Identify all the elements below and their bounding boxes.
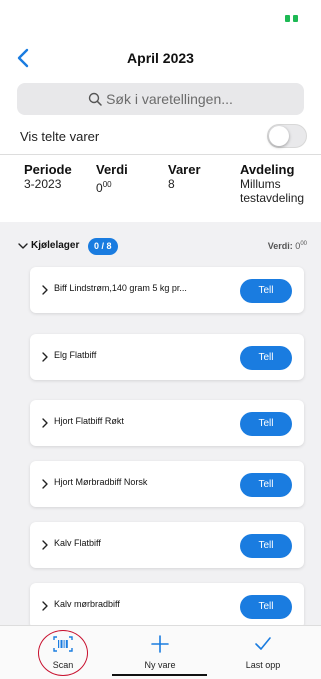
home-indicator: [112, 674, 207, 676]
avdeling-label: Avdeling: [240, 162, 295, 177]
count-button[interactable]: Tell: [240, 346, 292, 370]
checkmark-icon: [255, 637, 271, 650]
list-item[interactable]: Elg Flatbiff Tell: [30, 334, 304, 380]
item-name: Kalv Flatbiff: [54, 538, 101, 548]
page-title: April 2023: [127, 50, 194, 66]
count-button[interactable]: Tell: [240, 595, 292, 619]
summary-panel: Periode 3-2023 Verdi 000 Varer 8 Avdelin…: [0, 162, 321, 216]
group-value: Verdi: 000: [267, 241, 307, 251]
item-name: Elg Flatbiff: [54, 350, 97, 360]
item-name: Biff Lindstrøm,140 gram 5 kg pr...: [54, 283, 187, 293]
summary-varer: Varer 8: [168, 162, 201, 191]
list-item[interactable]: Hjort Mørbradbiff Norsk Tell: [30, 461, 304, 507]
count-button[interactable]: Tell: [240, 473, 292, 497]
varer-label: Varer: [168, 162, 201, 177]
chevron-right-icon: [42, 352, 48, 362]
verdi-label: Verdi: [96, 162, 128, 177]
count-button[interactable]: Tell: [240, 279, 292, 303]
tab-new-label: Ny vare: [144, 660, 176, 670]
summary-avdeling: Avdeling Millums testavdeling: [240, 162, 304, 205]
varer-value: 8: [168, 177, 175, 191]
periode-value: 3-2023: [24, 177, 62, 191]
list-item[interactable]: Kalv Flatbiff Tell: [30, 522, 304, 568]
item-name: Hjort Mørbradbiff Norsk: [54, 477, 148, 487]
filter-row: Vis telte varer: [0, 124, 321, 150]
avdeling-line2: testavdeling: [240, 191, 305, 205]
count-badge: 0 / 8: [88, 238, 118, 255]
list-item[interactable]: Kalv mørbradbiff Tell: [30, 583, 304, 629]
count-button[interactable]: Tell: [240, 534, 292, 558]
summary-verdi: Verdi 000: [96, 162, 128, 195]
plus-icon: [151, 635, 169, 653]
item-name: Kalv mørbradbiff: [54, 599, 120, 609]
chevron-down-icon: [18, 243, 28, 249]
show-counted-toggle[interactable]: [267, 124, 307, 148]
group-header[interactable]: Kjølelager 0 / 8 Verdi: 000: [0, 236, 321, 258]
chevron-right-icon: [42, 479, 48, 489]
avdeling-line1: Millums: [240, 177, 281, 191]
item-name: Hjort Flatbiff Røkt: [54, 416, 124, 426]
scan-highlight-circle: [38, 630, 88, 676]
count-button[interactable]: Tell: [240, 412, 292, 436]
chevron-right-icon: [42, 285, 48, 295]
search-icon: [88, 92, 102, 106]
divider: [0, 154, 321, 155]
verdi-value: 000: [96, 180, 112, 195]
navigation-bar: April 2023: [0, 44, 321, 74]
summary-periode: Periode 3-2023: [24, 162, 72, 191]
chevron-right-icon: [42, 418, 48, 428]
filter-label: Vis telte varer: [20, 129, 100, 144]
search-input[interactable]: Søk i varetellingen...: [17, 83, 304, 115]
group-name: Kjølelager: [31, 240, 80, 251]
tab-new-item[interactable]: Ny vare: [120, 626, 200, 679]
chevron-right-icon: [42, 540, 48, 550]
tab-upload-label: Last opp: [245, 660, 281, 670]
search-placeholder: Søk i varetellingen...: [106, 91, 233, 107]
tab-upload[interactable]: Last opp: [223, 626, 303, 679]
status-bar: [0, 0, 321, 40]
list-item[interactable]: Biff Lindstrøm,140 gram 5 kg pr... Tell: [30, 267, 304, 313]
list-item[interactable]: Hjort Flatbiff Røkt Tell: [30, 400, 304, 446]
periode-label: Periode: [24, 162, 72, 177]
chevron-right-icon: [42, 601, 48, 611]
battery-icon: [285, 15, 299, 22]
